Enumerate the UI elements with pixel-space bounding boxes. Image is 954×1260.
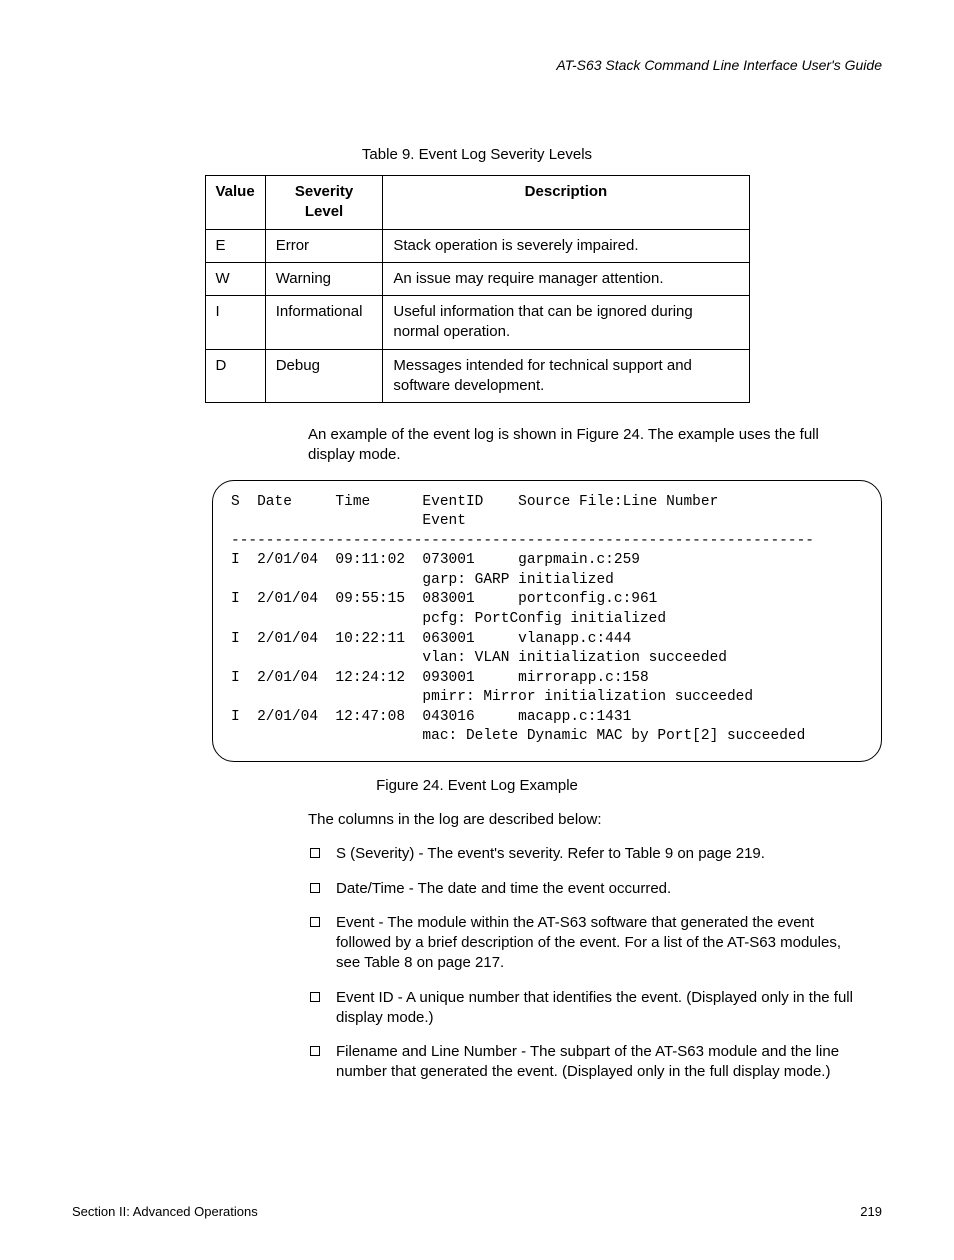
cell-desc: Stack operation is severely impaired. bbox=[383, 229, 749, 262]
footer-page-number: 219 bbox=[860, 1203, 882, 1221]
footer-section: Section II: Advanced Operations bbox=[72, 1203, 258, 1221]
cell-level: Informational bbox=[265, 296, 383, 350]
running-header: AT-S63 Stack Command Line Interface User… bbox=[72, 56, 882, 75]
list-item: Filename and Line Number - The subpart o… bbox=[308, 1042, 862, 1083]
intro-paragraph: An example of the event log is shown in … bbox=[308, 425, 862, 466]
severity-table: Value Severity Level Description E Error… bbox=[205, 175, 750, 403]
table-row: E Error Stack operation is severely impa… bbox=[205, 229, 749, 262]
list-item: Event ID - A unique number that identifi… bbox=[308, 988, 862, 1029]
list-item: S (Severity) - The event's severity. Ref… bbox=[308, 844, 862, 864]
column-description-list: S (Severity) - The event's severity. Ref… bbox=[308, 844, 862, 1082]
cell-value: I bbox=[205, 296, 265, 350]
cell-desc: An issue may require manager attention. bbox=[383, 262, 749, 295]
th-value: Value bbox=[205, 176, 265, 230]
table-row: W Warning An issue may require manager a… bbox=[205, 262, 749, 295]
table-row: I Informational Useful information that … bbox=[205, 296, 749, 350]
cell-desc: Useful information that can be ignored d… bbox=[383, 296, 749, 350]
columns-intro: The columns in the log are described bel… bbox=[308, 810, 862, 830]
cell-value: W bbox=[205, 262, 265, 295]
table-caption: Table 9. Event Log Severity Levels bbox=[72, 145, 882, 165]
page-footer: Section II: Advanced Operations 219 bbox=[72, 1203, 882, 1221]
cell-level: Debug bbox=[265, 349, 383, 403]
list-item: Date/Time - The date and time the event … bbox=[308, 879, 862, 899]
th-desc: Description bbox=[383, 176, 749, 230]
list-item: Event - The module within the AT-S63 sof… bbox=[308, 913, 862, 974]
figure-caption: Figure 24. Event Log Example bbox=[72, 776, 882, 796]
event-log-box: S Date Time EventID Source File:Line Num… bbox=[212, 480, 882, 762]
cell-value: D bbox=[205, 349, 265, 403]
cell-level: Error bbox=[265, 229, 383, 262]
cell-level: Warning bbox=[265, 262, 383, 295]
th-level: Severity Level bbox=[265, 176, 383, 230]
table-row: D Debug Messages intended for technical … bbox=[205, 349, 749, 403]
cell-desc: Messages intended for technical support … bbox=[383, 349, 749, 403]
cell-value: E bbox=[205, 229, 265, 262]
